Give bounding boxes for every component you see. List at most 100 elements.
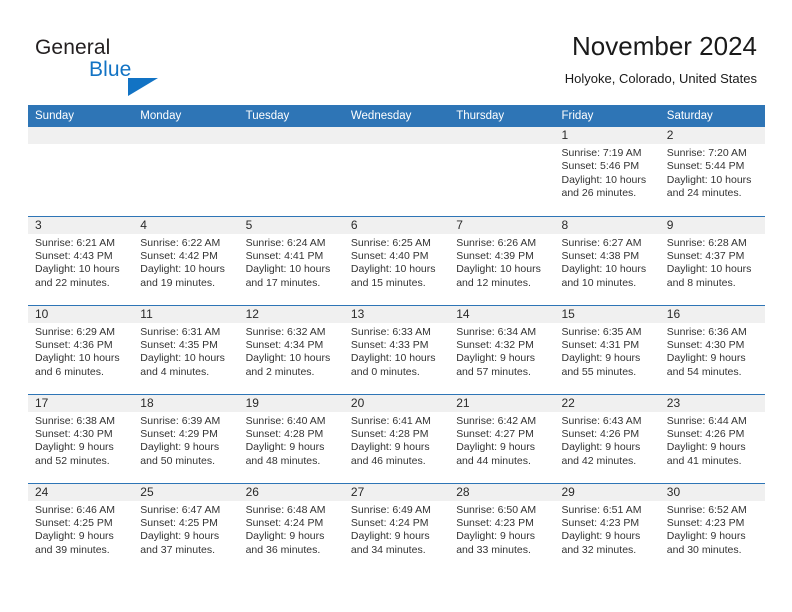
daylight-line1: Daylight: 9 hours bbox=[666, 441, 746, 454]
daylight-line2: and 24 minutes. bbox=[666, 187, 742, 200]
weekday-header-thursday: Thursday bbox=[449, 105, 555, 127]
day-cell[interactable]: 12 Sunrise: 6:32 AM Sunset: 4:34 PM Dayl… bbox=[238, 304, 344, 394]
sunrise-text: Sunrise: 6:52 AM bbox=[666, 503, 747, 516]
day-cell[interactable]: 23 Sunrise: 6:44 AM Sunset: 4:26 PM Dayl… bbox=[659, 393, 766, 483]
weekday-header-sunday: Sunday bbox=[28, 105, 134, 127]
day-cell[interactable]: 24 Sunrise: 6:46 AM Sunset: 4:25 PM Dayl… bbox=[28, 482, 134, 572]
day-details: Sunrise: 6:42 AM Sunset: 4:27 PM Dayligh… bbox=[449, 412, 554, 469]
daylight-line1: Daylight: 10 hours bbox=[245, 263, 331, 276]
sunset-text: Sunset: 4:24 PM bbox=[350, 516, 429, 529]
day-details: Sunrise: 6:38 AM Sunset: 4:30 PM Dayligh… bbox=[28, 412, 133, 469]
day-number: 8 bbox=[554, 216, 660, 234]
day-cell[interactable]: 15 Sunrise: 6:35 AM Sunset: 4:31 PM Dayl… bbox=[554, 304, 660, 394]
daylight-line1: Daylight: 10 hours bbox=[350, 352, 436, 365]
daylight-line2: and 26 minutes. bbox=[561, 187, 637, 200]
daylight-line1: Daylight: 9 hours bbox=[140, 530, 220, 543]
daylight-line1: Daylight: 9 hours bbox=[35, 530, 114, 543]
day-number: 10 bbox=[28, 305, 134, 323]
day-number: 29 bbox=[554, 483, 660, 501]
day-cell[interactable]: 3 Sunrise: 6:21 AM Sunset: 4:43 PM Dayli… bbox=[28, 215, 134, 305]
daylight-line2: and 30 minutes. bbox=[666, 543, 742, 556]
day-cell[interactable]: 30 Sunrise: 6:52 AM Sunset: 4:23 PM Dayl… bbox=[659, 482, 766, 572]
day-cell[interactable]: 22 Sunrise: 6:43 AM Sunset: 4:26 PM Dayl… bbox=[554, 393, 660, 483]
day-cell[interactable] bbox=[449, 127, 555, 216]
day-cell[interactable]: 21 Sunrise: 6:42 AM Sunset: 4:27 PM Dayl… bbox=[449, 393, 555, 483]
daylight-line2: and 42 minutes. bbox=[561, 454, 637, 467]
sunrise-text: Sunrise: 6:51 AM bbox=[561, 503, 642, 516]
day-cell[interactable]: 8 Sunrise: 6:27 AM Sunset: 4:38 PM Dayli… bbox=[554, 215, 660, 305]
daylight-line1: Daylight: 9 hours bbox=[666, 530, 746, 543]
page-title: November 2024 bbox=[572, 31, 757, 61]
week-row: 10 Sunrise: 6:29 AM Sunset: 4:36 PM Dayl… bbox=[28, 304, 766, 394]
day-cell[interactable]: 7 Sunrise: 6:26 AM Sunset: 4:39 PM Dayli… bbox=[449, 215, 555, 305]
day-cell[interactable]: 10 Sunrise: 6:29 AM Sunset: 4:36 PM Dayl… bbox=[28, 304, 134, 394]
day-cell[interactable] bbox=[28, 127, 134, 216]
day-details: Sunrise: 6:47 AM Sunset: 4:25 PM Dayligh… bbox=[133, 501, 238, 558]
weekday-header-tuesday: Tuesday bbox=[238, 105, 344, 127]
day-number bbox=[133, 127, 239, 144]
sunrise-text: Sunrise: 6:31 AM bbox=[140, 325, 221, 338]
daylight-line1: Daylight: 9 hours bbox=[140, 441, 220, 454]
day-details: Sunrise: 7:20 AM Sunset: 5:44 PM Dayligh… bbox=[660, 144, 765, 201]
sunset-text: Sunset: 4:25 PM bbox=[140, 516, 218, 529]
sunrise-text: Sunrise: 6:29 AM bbox=[35, 325, 115, 338]
sunrise-text: Sunrise: 6:24 AM bbox=[245, 236, 326, 249]
day-cell[interactable]: 14 Sunrise: 6:34 AM Sunset: 4:32 PM Dayl… bbox=[449, 304, 555, 394]
day-cell[interactable] bbox=[238, 127, 344, 216]
day-number: 7 bbox=[449, 216, 555, 234]
day-cell[interactable]: 2 Sunrise: 7:20 AM Sunset: 5:44 PM Dayli… bbox=[659, 127, 766, 216]
day-details: Sunrise: 6:27 AM Sunset: 4:38 PM Dayligh… bbox=[554, 234, 659, 291]
day-cell[interactable]: 25 Sunrise: 6:47 AM Sunset: 4:25 PM Dayl… bbox=[133, 482, 239, 572]
day-cell[interactable]: 29 Sunrise: 6:51 AM Sunset: 4:23 PM Dayl… bbox=[554, 482, 660, 572]
day-details: Sunrise: 6:24 AM Sunset: 4:41 PM Dayligh… bbox=[239, 234, 344, 291]
day-cell[interactable]: 26 Sunrise: 6:48 AM Sunset: 4:24 PM Dayl… bbox=[238, 482, 344, 572]
day-cell[interactable]: 1 Sunrise: 7:19 AM Sunset: 5:46 PM Dayli… bbox=[554, 127, 660, 216]
daylight-line2: and 4 minutes. bbox=[140, 365, 210, 378]
sunrise-text: Sunrise: 6:44 AM bbox=[666, 414, 747, 427]
day-cell[interactable] bbox=[133, 127, 239, 216]
day-cell[interactable]: 18 Sunrise: 6:39 AM Sunset: 4:29 PM Dayl… bbox=[133, 393, 239, 483]
sunrise-text: Sunrise: 6:47 AM bbox=[140, 503, 221, 516]
location-subtitle: Holyoke, Colorado, United States bbox=[564, 71, 757, 86]
day-cell[interactable]: 5 Sunrise: 6:24 AM Sunset: 4:41 PM Dayli… bbox=[238, 215, 344, 305]
sunset-text: Sunset: 4:40 PM bbox=[350, 249, 429, 262]
daylight-line2: and 50 minutes. bbox=[140, 454, 216, 467]
day-cell[interactable]: 9 Sunrise: 6:28 AM Sunset: 4:37 PM Dayli… bbox=[659, 215, 766, 305]
day-details: Sunrise: 6:34 AM Sunset: 4:32 PM Dayligh… bbox=[449, 323, 554, 380]
sunrise-text: Sunrise: 6:25 AM bbox=[350, 236, 431, 249]
sunset-text: Sunset: 4:23 PM bbox=[561, 516, 640, 529]
day-cell[interactable]: 11 Sunrise: 6:31 AM Sunset: 4:35 PM Dayl… bbox=[133, 304, 239, 394]
sunset-text: Sunset: 4:32 PM bbox=[456, 338, 534, 351]
day-number: 11 bbox=[133, 305, 239, 323]
logo-text-blue: Blue bbox=[89, 58, 132, 81]
sunset-text: Sunset: 4:28 PM bbox=[245, 427, 324, 440]
day-cell[interactable]: 27 Sunrise: 6:49 AM Sunset: 4:24 PM Dayl… bbox=[343, 482, 450, 572]
day-details: Sunrise: 6:41 AM Sunset: 4:28 PM Dayligh… bbox=[344, 412, 449, 469]
day-number: 30 bbox=[659, 483, 766, 501]
sunrise-text: Sunrise: 6:34 AM bbox=[456, 325, 537, 338]
daylight-line2: and 17 minutes. bbox=[245, 276, 321, 289]
daylight-line1: Daylight: 9 hours bbox=[245, 441, 325, 454]
day-number: 28 bbox=[449, 483, 555, 501]
day-cell[interactable] bbox=[343, 127, 450, 216]
daylight-line1: Daylight: 9 hours bbox=[350, 441, 430, 454]
day-details: Sunrise: 6:21 AM Sunset: 4:43 PM Dayligh… bbox=[28, 234, 133, 291]
day-cell[interactable]: 28 Sunrise: 6:50 AM Sunset: 4:23 PM Dayl… bbox=[449, 482, 555, 572]
week-row: 24 Sunrise: 6:46 AM Sunset: 4:25 PM Dayl… bbox=[28, 482, 766, 572]
generalblue-logo[interactable]: General Blue bbox=[35, 36, 215, 96]
sunset-text: Sunset: 4:27 PM bbox=[456, 427, 534, 440]
day-details: Sunrise: 6:22 AM Sunset: 4:42 PM Dayligh… bbox=[133, 234, 238, 291]
day-cell[interactable]: 20 Sunrise: 6:41 AM Sunset: 4:28 PM Dayl… bbox=[343, 393, 450, 483]
day-cell[interactable]: 17 Sunrise: 6:38 AM Sunset: 4:30 PM Dayl… bbox=[28, 393, 134, 483]
day-details: Sunrise: 6:49 AM Sunset: 4:24 PM Dayligh… bbox=[344, 501, 449, 558]
day-cell[interactable]: 4 Sunrise: 6:22 AM Sunset: 4:42 PM Dayli… bbox=[133, 215, 239, 305]
daylight-line2: and 33 minutes. bbox=[456, 543, 531, 556]
sunrise-text: Sunrise: 6:33 AM bbox=[350, 325, 431, 338]
day-cell[interactable]: 16 Sunrise: 6:36 AM Sunset: 4:30 PM Dayl… bbox=[659, 304, 766, 394]
day-cell[interactable]: 6 Sunrise: 6:25 AM Sunset: 4:40 PM Dayli… bbox=[343, 215, 450, 305]
day-cell[interactable]: 13 Sunrise: 6:33 AM Sunset: 4:33 PM Dayl… bbox=[343, 304, 450, 394]
sunrise-text: Sunrise: 6:49 AM bbox=[350, 503, 431, 516]
day-number: 22 bbox=[554, 394, 660, 412]
day-cell[interactable]: 19 Sunrise: 6:40 AM Sunset: 4:28 PM Dayl… bbox=[238, 393, 344, 483]
sunset-text: Sunset: 4:35 PM bbox=[140, 338, 218, 351]
